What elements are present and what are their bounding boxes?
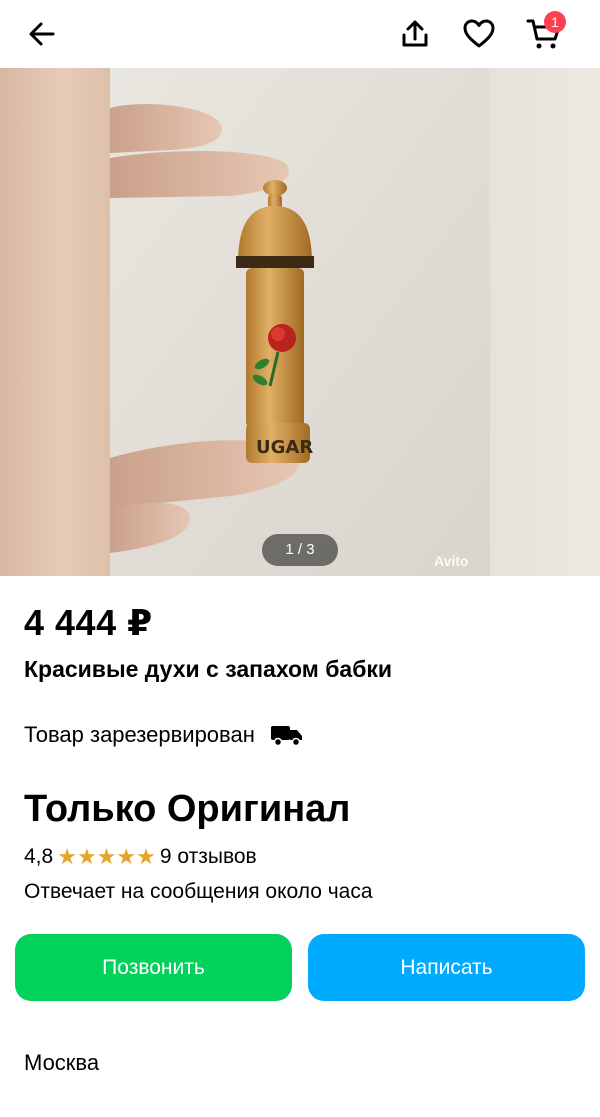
seller-name[interactable]: Только Оригинал	[24, 788, 350, 831]
share-button[interactable]	[391, 10, 439, 58]
write-button[interactable]: Написать	[308, 934, 585, 1001]
call-button[interactable]: Позвонить	[15, 934, 292, 1001]
location-city: Москва	[24, 1050, 100, 1075]
heart-icon	[463, 19, 495, 48]
star-icon: ★	[116, 844, 137, 869]
rating-stars: ★ ★ ★ ★ ★	[57, 846, 156, 868]
listing-title: Красивые духи с запахом бабки	[24, 656, 393, 682]
photo-gallery[interactable]: UGAR 1 / 3 Avito	[0, 68, 600, 576]
listing-price: 4 444 ₽	[24, 602, 153, 643]
truck-icon	[270, 724, 303, 746]
photo-counter: 1 / 3	[262, 534, 338, 566]
cart-badge: 1	[544, 11, 566, 33]
rating-value: 4,8	[24, 845, 54, 868]
reserved-status: Товар зарезервирован	[24, 722, 303, 748]
gallery-prev-blur	[0, 68, 110, 576]
avito-watermark: Avito	[434, 553, 469, 569]
star-icon: ★	[96, 844, 117, 869]
gallery-next-blur	[490, 68, 600, 576]
star-icon: ★	[76, 844, 97, 869]
favorite-button[interactable]	[455, 10, 503, 58]
reviews-count: 9 отзывов	[159, 845, 257, 868]
reserved-text: Товар зарезервирован	[24, 722, 255, 747]
star-icon: ★	[57, 844, 77, 869]
top-bar: 1	[0, 0, 600, 68]
share-icon	[402, 20, 428, 47]
product-photo: UGAR	[110, 68, 490, 576]
cart-button[interactable]: 1	[520, 10, 568, 58]
star-icon: ★	[136, 844, 156, 869]
response-time: Отвечает на сообщения около часа	[24, 880, 373, 903]
seller-rating[interactable]: 4,8 ★ ★ ★ ★ ★ 9 отзывов	[24, 845, 257, 869]
arrow-left-icon	[29, 22, 55, 46]
back-button[interactable]	[18, 10, 66, 58]
svg-text:UGAR: UGAR	[256, 437, 313, 458]
